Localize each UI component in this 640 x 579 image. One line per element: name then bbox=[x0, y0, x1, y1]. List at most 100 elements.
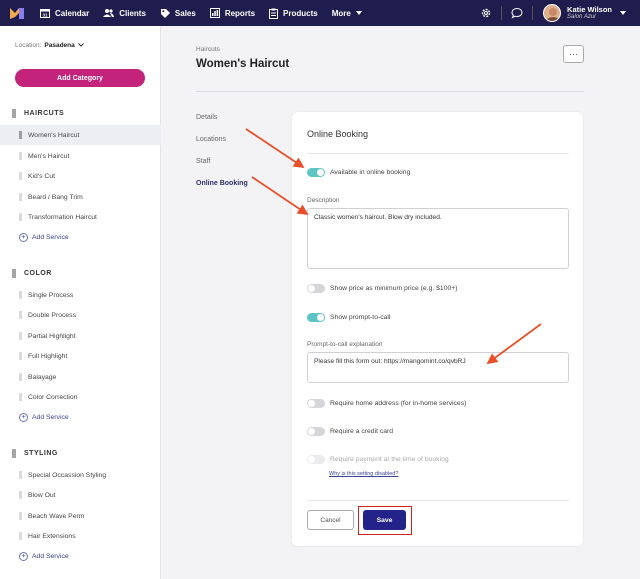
location-label: Location: bbox=[15, 42, 42, 49]
service-name: Double Process bbox=[28, 311, 76, 319]
tab-details[interactable]: Details bbox=[196, 114, 217, 121]
drag-handle-icon[interactable] bbox=[19, 352, 22, 360]
drag-handle-icon[interactable] bbox=[19, 291, 22, 299]
nav-reports[interactable]: Reports bbox=[209, 8, 255, 18]
nav-sales[interactable]: Sales bbox=[160, 8, 196, 18]
add-service-button[interactable]: + Add Service bbox=[19, 413, 69, 422]
plus-icon: + bbox=[19, 413, 28, 422]
sidebar-service-beach-wave-perm[interactable]: Beach Wave Perm bbox=[0, 506, 161, 526]
sidebar-service-blow-out[interactable]: Blow Out bbox=[0, 485, 161, 505]
card-divider bbox=[307, 153, 569, 154]
toolbar-divider bbox=[532, 6, 534, 20]
user-menu[interactable]: Katie Wilson Salon Azul bbox=[543, 4, 626, 22]
avatar bbox=[543, 4, 562, 22]
service-name: Special Occassion Styling bbox=[28, 471, 107, 479]
tab-locations[interactable]: Locations bbox=[196, 136, 226, 143]
require-payment-toggle-row: Require payment at the time of booking bbox=[307, 455, 449, 464]
nav-calendar-label: Calendar bbox=[55, 8, 90, 18]
gear-icon[interactable] bbox=[473, 0, 499, 26]
drag-handle-icon[interactable] bbox=[19, 491, 22, 499]
drag-handle-icon[interactable] bbox=[19, 471, 22, 479]
nav-products[interactable]: Products bbox=[269, 8, 318, 19]
sidebar-service-kids-cut[interactable]: Kid's Cut bbox=[0, 166, 161, 186]
require-card-toggle[interactable] bbox=[307, 427, 325, 436]
cancel-button[interactable]: Cancel bbox=[307, 510, 354, 530]
drag-handle-icon[interactable] bbox=[12, 269, 16, 278]
top-navigation-bar: 31 Calendar Clients Sales Reports Produc… bbox=[0, 0, 640, 26]
tab-staff[interactable]: Staff bbox=[196, 158, 210, 165]
nav-clients-label: Clients bbox=[119, 8, 146, 18]
show-price-toggle-row: Show price as minimum price (e.g. $100+) bbox=[307, 284, 458, 293]
drag-handle-icon[interactable] bbox=[19, 213, 22, 221]
show-price-toggle[interactable] bbox=[307, 284, 325, 293]
sidebar-service-beard-bang-trim[interactable]: Beard / Bang Trim bbox=[0, 187, 161, 207]
nav-calendar[interactable]: 31 Calendar bbox=[40, 8, 89, 18]
sidebar-service-single-process[interactable]: Single Process bbox=[0, 285, 161, 305]
nav-products-label: Products bbox=[283, 8, 318, 18]
sidebar-service-color-correction[interactable]: Color Correction bbox=[0, 387, 161, 407]
breadcrumb[interactable]: Haircuts bbox=[196, 46, 220, 53]
card-title: Online Booking bbox=[307, 129, 369, 139]
caret-down-icon bbox=[355, 11, 362, 15]
drag-handle-icon[interactable] bbox=[12, 109, 16, 118]
show-prompt-toggle[interactable] bbox=[307, 313, 325, 322]
category-header-haircuts[interactable]: HAIRCUTS bbox=[12, 109, 64, 118]
sidebar-service-transformation-haircut[interactable]: Transformation Haircut bbox=[0, 207, 161, 227]
drag-handle-icon[interactable] bbox=[19, 373, 22, 381]
sidebar-service-womens-haircut[interactable]: Women's Haircut bbox=[0, 125, 161, 145]
drag-handle-icon[interactable] bbox=[12, 449, 16, 458]
nav-sales-label: Sales bbox=[174, 8, 196, 18]
add-category-button[interactable]: Add Category bbox=[15, 69, 145, 87]
sidebar-service-full-highlight[interactable]: Full Highlight bbox=[0, 346, 161, 366]
location-value: Pasadena bbox=[44, 42, 75, 49]
tab-online-booking[interactable]: Online Booking bbox=[196, 180, 248, 187]
save-button[interactable]: Save bbox=[363, 510, 406, 530]
drag-handle-icon[interactable] bbox=[19, 152, 22, 160]
clipboard-icon bbox=[269, 8, 279, 19]
drag-handle-icon[interactable] bbox=[19, 332, 22, 340]
sidebar-service-hair-extensions[interactable]: Hair Extensions bbox=[0, 526, 161, 546]
drag-handle-icon[interactable] bbox=[19, 131, 22, 139]
sidebar-service-double-process[interactable]: Double Process bbox=[0, 305, 161, 325]
more-options-button[interactable]: ··· bbox=[563, 45, 584, 63]
description-textarea[interactable]: Classic women's haircut. Blow dry includ… bbox=[307, 208, 569, 269]
service-name: Beard / Bang Trim bbox=[28, 193, 83, 201]
add-service-button[interactable]: + Add Service bbox=[19, 552, 69, 561]
caret-down-icon bbox=[620, 11, 626, 15]
service-name: Men's Haircut bbox=[28, 152, 70, 160]
nav-more[interactable]: More bbox=[332, 9, 362, 18]
drag-handle-icon[interactable] bbox=[19, 512, 22, 520]
sidebar-service-partial-highlight[interactable]: Partial Highlight bbox=[0, 326, 161, 346]
chart-icon bbox=[209, 8, 220, 18]
service-name: Color Correction bbox=[28, 393, 78, 401]
available-online-toggle[interactable] bbox=[307, 168, 325, 177]
drag-handle-icon[interactable] bbox=[19, 311, 22, 319]
service-name: Single Process bbox=[28, 291, 74, 299]
save-highlight-box: Save bbox=[358, 506, 412, 535]
sidebar-service-mens-haircut[interactable]: Men's Haircut bbox=[0, 146, 161, 166]
online-booking-card: Online Booking Available in online booki… bbox=[292, 112, 583, 546]
prompt-explanation-label: Prompt-to-call explanation bbox=[307, 341, 383, 348]
toolbar-divider bbox=[501, 6, 503, 20]
chat-icon[interactable] bbox=[504, 0, 530, 26]
location-selector[interactable]: Location: Pasadena bbox=[15, 42, 84, 49]
category-header-color[interactable]: COLOR bbox=[12, 269, 52, 278]
available-online-toggle-row: Available in online booking bbox=[307, 168, 410, 177]
add-service-label: Add Service bbox=[32, 553, 69, 560]
drag-handle-icon[interactable] bbox=[19, 193, 22, 201]
app-logo-icon[interactable] bbox=[10, 7, 24, 19]
sidebar-service-balayage[interactable]: Balayage bbox=[0, 367, 161, 387]
drag-handle-icon[interactable] bbox=[19, 172, 22, 180]
calendar-day-number: 31 bbox=[42, 13, 48, 18]
add-service-button[interactable]: + Add Service bbox=[19, 233, 69, 242]
category-header-styling[interactable]: STYLING bbox=[12, 449, 58, 458]
require-address-toggle[interactable] bbox=[307, 399, 325, 408]
drag-handle-icon[interactable] bbox=[19, 393, 22, 401]
sidebar-service-special-occassion-styling[interactable]: Special Occassion Styling bbox=[0, 465, 161, 485]
nav-clients[interactable]: Clients bbox=[103, 8, 146, 18]
show-price-label: Show price as minimum price (e.g. $100+) bbox=[330, 285, 458, 292]
drag-handle-icon[interactable] bbox=[19, 532, 22, 540]
disabled-help-link[interactable]: Why is this setting disabled? bbox=[329, 471, 398, 477]
service-name: Beach Wave Perm bbox=[28, 512, 85, 520]
prompt-explanation-input[interactable]: Please fill this form out: https://mango… bbox=[307, 352, 569, 383]
